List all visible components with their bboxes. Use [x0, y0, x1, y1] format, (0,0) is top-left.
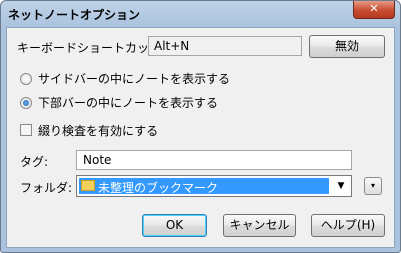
close-button[interactable]: ✕	[353, 1, 395, 19]
title-bar[interactable]: ネットノートオプション ✕	[1, 1, 400, 27]
help-button[interactable]: ヘルプ(H)	[311, 214, 385, 237]
chevron-down-icon[interactable]: ▼	[333, 178, 349, 194]
cancel-label: キャンセル	[229, 218, 290, 232]
folder-value: 未整理のブックマーク	[98, 181, 219, 195]
folder-expand-button[interactable]: ▾	[364, 177, 382, 195]
spellcheck-checkbox[interactable]	[20, 124, 32, 136]
folder-icon	[81, 180, 95, 191]
chevron-down-icon: ▾	[370, 181, 375, 190]
dialog-title: ネットノートオプション	[8, 8, 141, 22]
radio-bottombar[interactable]	[20, 97, 32, 109]
ok-button[interactable]: OK	[142, 214, 207, 237]
ok-label: OK	[165, 218, 184, 232]
disable-shortcut-button[interactable]: 無効	[309, 35, 385, 58]
folder-select[interactable]: 未整理のブックマーク ▼	[76, 175, 352, 197]
help-label: ヘルプ	[320, 218, 357, 232]
radio-bottombar-label[interactable]: 下部バーの中にノートを表示する	[38, 94, 218, 111]
close-icon: ✕	[369, 2, 379, 15]
shortcut-field[interactable]: Alt+N	[148, 36, 302, 56]
cancel-button[interactable]: キャンセル	[223, 214, 296, 237]
shortcut-value: Alt+N	[154, 39, 190, 53]
radio-sidebar[interactable]	[20, 73, 32, 85]
dialog-body: キーボードショートカット Alt+N 無効 サイドバーの中にノートを表示する 下…	[6, 27, 395, 248]
help-accelerator: (H)	[356, 218, 376, 232]
tag-label: タグ:	[20, 155, 49, 169]
options-dialog: ネットノートオプション ✕ キーボードショートカット Alt+N 無効 サイドバ…	[0, 0, 401, 253]
folder-label: フォルダ:	[20, 181, 73, 195]
tag-input[interactable]: Note	[76, 150, 352, 170]
disable-shortcut-label: 無効	[334, 39, 359, 53]
shortcut-label: キーボードショートカット	[17, 41, 162, 55]
radio-sidebar-label[interactable]: サイドバーの中にノートを表示する	[38, 70, 230, 87]
folder-selected-item: 未整理のブックマーク	[79, 178, 329, 195]
spellcheck-label[interactable]: 綴り検査を有効にする	[38, 122, 158, 139]
tag-value: Note	[83, 153, 112, 167]
